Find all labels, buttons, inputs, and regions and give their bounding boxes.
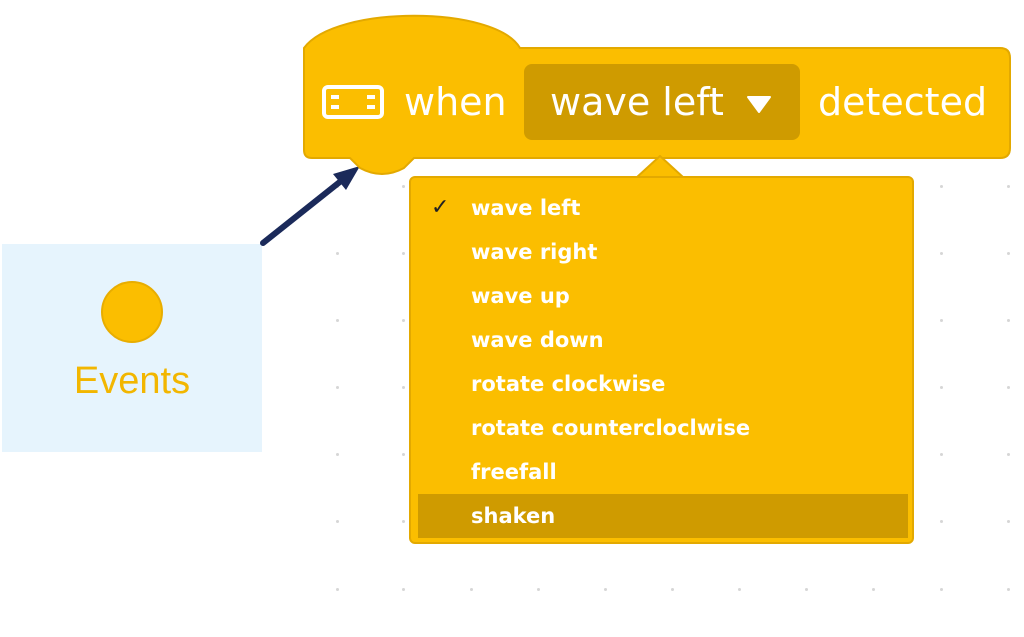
menu-item-label: shaken — [471, 504, 556, 528]
distance-sensor-icon — [322, 85, 384, 119]
gesture-dropdown[interactable]: wave left — [524, 64, 800, 140]
events-category-dot[interactable] — [101, 281, 163, 343]
menu-item-label: wave up — [471, 284, 570, 308]
menu-item-wave-right[interactable]: wave right — [418, 230, 908, 274]
when-label: when — [404, 80, 507, 124]
grid-dot — [1007, 453, 1010, 456]
menu-item-shaken[interactable]: shaken — [418, 494, 908, 538]
grid-dot — [402, 588, 405, 591]
grid-dot — [940, 319, 943, 322]
grid-dot — [940, 252, 943, 255]
grid-dot — [336, 588, 339, 591]
grid-dot — [1007, 588, 1010, 591]
grid-dot — [671, 588, 674, 591]
grid-dot — [336, 386, 339, 389]
grid-dot — [336, 319, 339, 322]
menu-item-label: wave right — [471, 240, 598, 264]
grid-dot — [1007, 386, 1010, 389]
menu-item-freefall[interactable]: freefall — [418, 450, 908, 494]
workspace: Events when wave left detected ✓ wave le… — [0, 0, 1024, 637]
checkmark-icon: ✓ — [431, 195, 450, 220]
grid-dot — [470, 588, 473, 591]
grid-dot — [336, 520, 339, 523]
grid-dot — [940, 386, 943, 389]
grid-dot — [940, 520, 943, 523]
grid-dot — [402, 453, 405, 456]
grid-dot — [336, 252, 339, 255]
menu-item-wave-down[interactable]: wave down — [418, 318, 908, 362]
menu-item-label: rotate countercloclwise — [471, 416, 751, 440]
grid-dot — [402, 386, 405, 389]
grid-dot — [1007, 252, 1010, 255]
menu-item-label: rotate clockwise — [471, 372, 666, 396]
detected-label: detected — [818, 80, 988, 124]
menu-item-rotate-counterclockwise[interactable]: rotate countercloclwise — [418, 406, 908, 450]
grid-dot — [872, 588, 875, 591]
grid-dot — [402, 252, 405, 255]
grid-dot — [537, 588, 540, 591]
menu-item-rotate-clockwise[interactable]: rotate clockwise — [418, 362, 908, 406]
grid-dot — [402, 319, 405, 322]
menu-item-label: freefall — [471, 460, 557, 484]
category-panel[interactable] — [2, 244, 262, 452]
gesture-dropdown-value: wave left — [550, 80, 724, 124]
grid-dot — [1007, 319, 1010, 322]
menu-item-wave-left[interactable]: ✓ wave left — [418, 186, 908, 230]
grid-dot — [940, 453, 943, 456]
menu-item-label: wave down — [471, 328, 604, 352]
grid-dot — [1007, 520, 1010, 523]
grid-dot — [805, 588, 808, 591]
grid-dot — [604, 588, 607, 591]
grid-dot — [940, 588, 943, 591]
events-category-label: Events — [73, 360, 191, 402]
gesture-dropdown-menu: ✓ wave left wave right wave up wave down… — [409, 176, 914, 544]
caret-down-icon — [747, 96, 771, 113]
grid-dot — [738, 588, 741, 591]
grid-dot — [402, 520, 405, 523]
menu-item-label: wave left — [471, 196, 581, 220]
menu-item-wave-up[interactable]: wave up — [418, 274, 908, 318]
grid-dot — [336, 453, 339, 456]
